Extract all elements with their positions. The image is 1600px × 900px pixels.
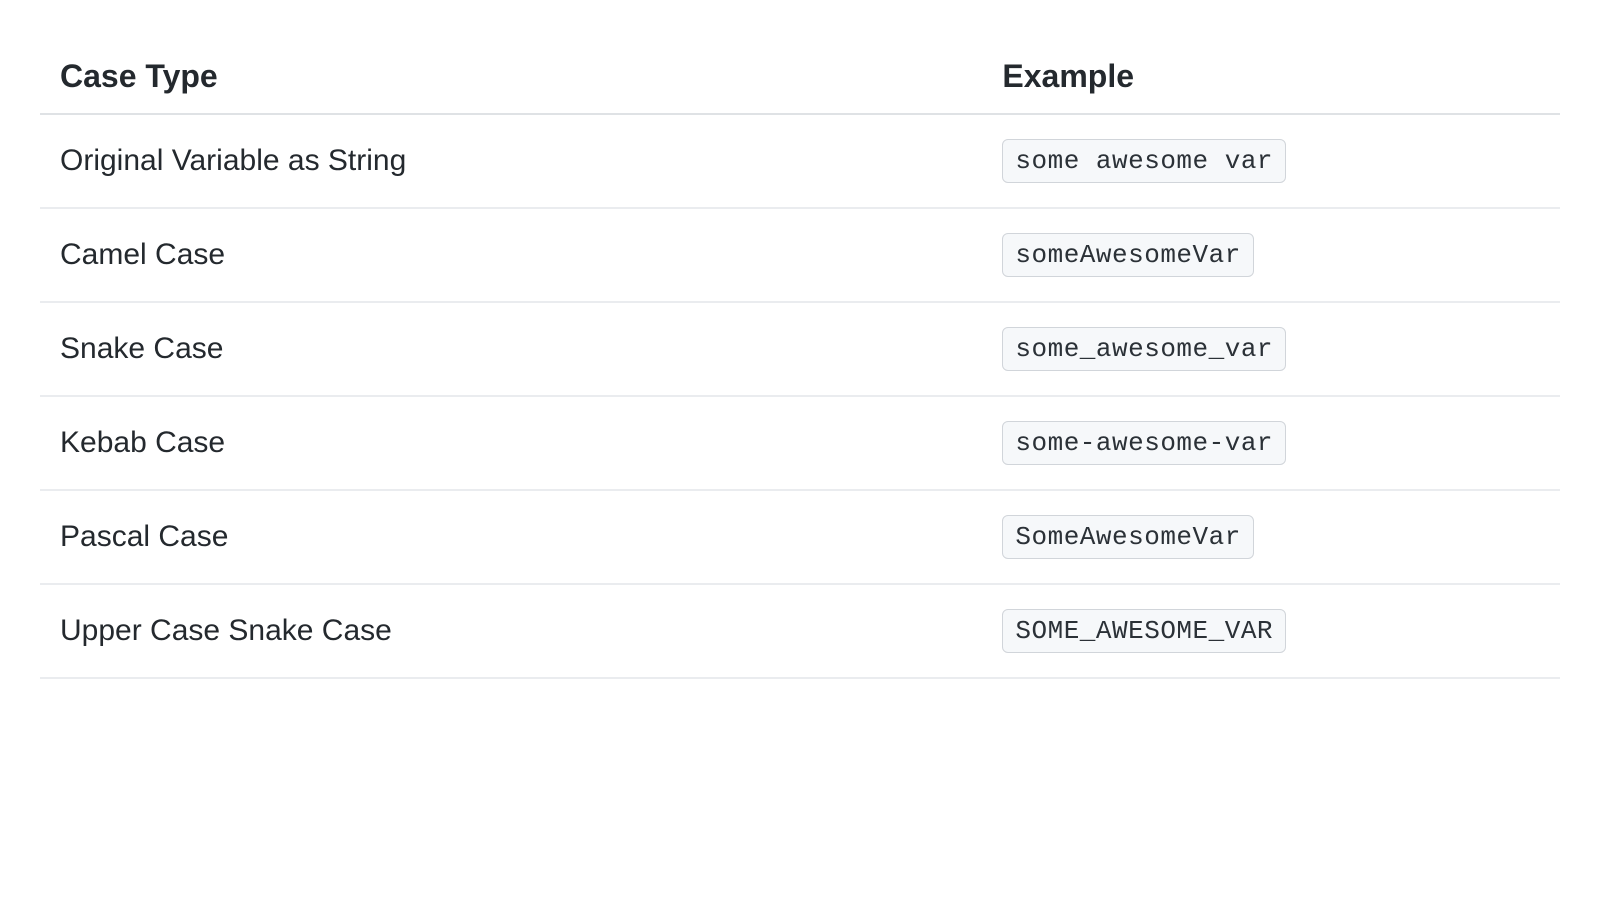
table-row: Kebab Case some-awesome-var (40, 396, 1560, 490)
table-header-row: Case Type Example (40, 40, 1560, 114)
case-type-label: Camel Case (40, 208, 982, 302)
case-type-label: Upper Case Snake Case (40, 584, 982, 678)
example-code: someAwesomeVar (1002, 233, 1253, 277)
case-type-table: Case Type Example Original Variable as S… (40, 40, 1560, 679)
case-type-label: Original Variable as String (40, 114, 982, 208)
example-code: SomeAwesomeVar (1002, 515, 1253, 559)
table-row: Original Variable as String some awesome… (40, 114, 1560, 208)
case-type-label: Kebab Case (40, 396, 982, 490)
table-row: Snake Case some_awesome_var (40, 302, 1560, 396)
example-cell: SOME_AWESOME_VAR (982, 584, 1560, 678)
example-cell: some awesome var (982, 114, 1560, 208)
example-code: some-awesome-var (1002, 421, 1286, 465)
case-type-label: Snake Case (40, 302, 982, 396)
header-case-type: Case Type (40, 40, 982, 114)
example-cell: someAwesomeVar (982, 208, 1560, 302)
table-row: Camel Case someAwesomeVar (40, 208, 1560, 302)
example-cell: SomeAwesomeVar (982, 490, 1560, 584)
example-code: some awesome var (1002, 139, 1286, 183)
case-type-label: Pascal Case (40, 490, 982, 584)
header-example: Example (982, 40, 1560, 114)
example-cell: some-awesome-var (982, 396, 1560, 490)
table-row: Upper Case Snake Case SOME_AWESOME_VAR (40, 584, 1560, 678)
example-code: SOME_AWESOME_VAR (1002, 609, 1286, 653)
table-row: Pascal Case SomeAwesomeVar (40, 490, 1560, 584)
example-cell: some_awesome_var (982, 302, 1560, 396)
example-code: some_awesome_var (1002, 327, 1286, 371)
